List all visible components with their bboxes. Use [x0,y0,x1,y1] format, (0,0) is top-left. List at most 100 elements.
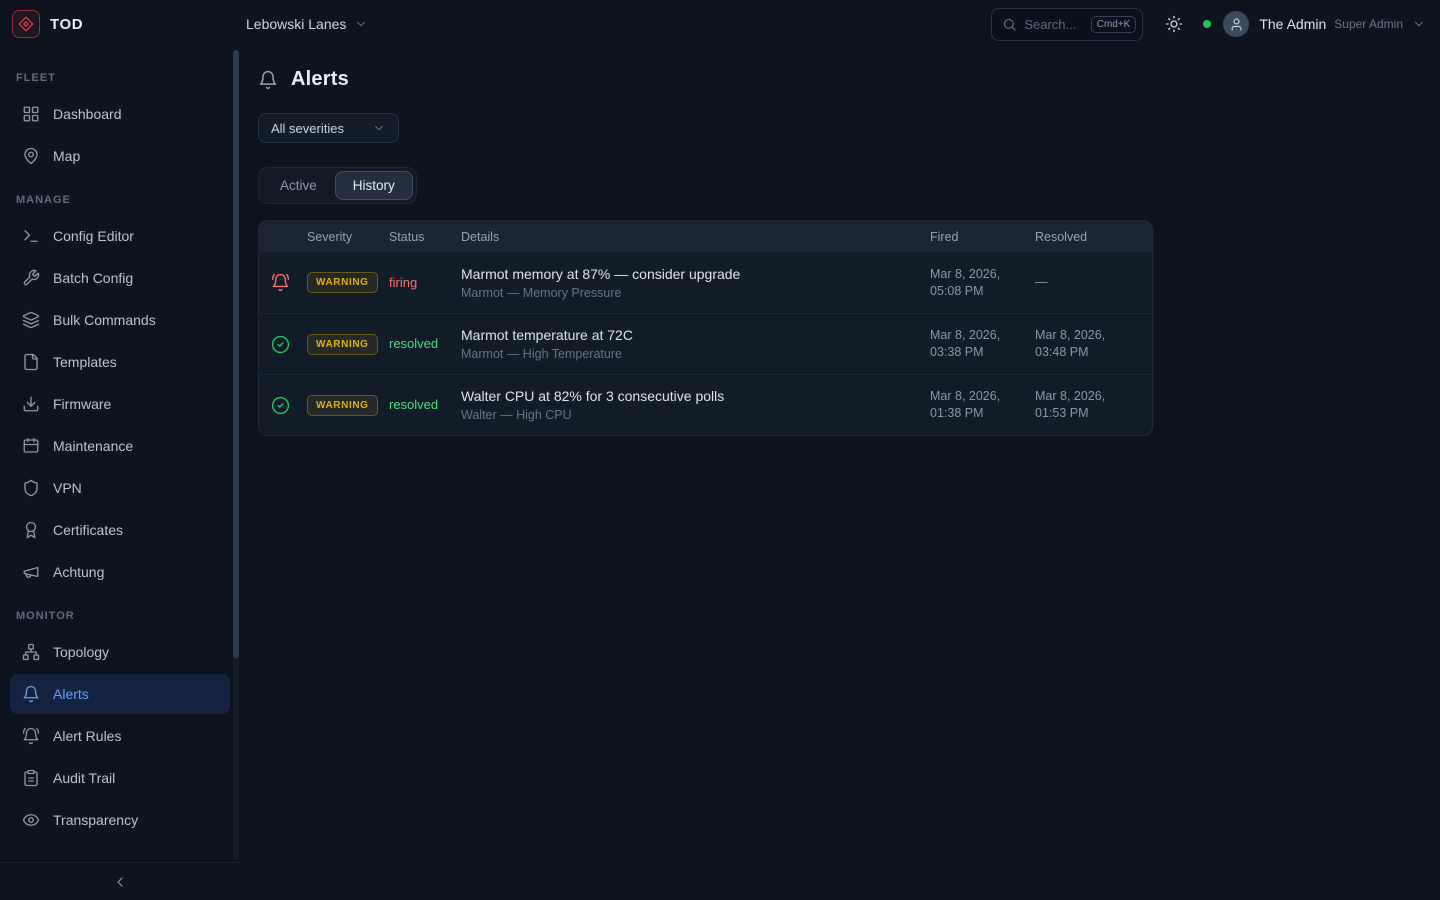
sidebar-item-label: Alert Rules [53,728,121,744]
sidebar-item-firmware[interactable]: Firmware [10,384,230,424]
sidebar-item-alerts[interactable]: Alerts [10,674,230,714]
sidebar-item-label: Config Editor [53,228,134,244]
alerts-table: SeverityStatusDetailsFiredResolved WARNI… [258,220,1153,436]
check-circle-icon [271,335,290,354]
column-header-resolved: Resolved [1035,230,1140,244]
map-pin-icon [22,147,40,165]
theme-toggle-button[interactable] [1161,11,1187,37]
sidebar-item-label: Certificates [53,522,123,538]
sidebar-scrollbar-thumb[interactable] [233,50,239,658]
alert-status: firing [389,275,417,290]
alert-row[interactable]: WARNING firing Marmot memory at 87% — co… [259,252,1152,313]
alert-fired-time: Mar 8, 2026, 03:38 PM [930,327,1035,361]
file-icon [22,353,40,371]
sidebar-item-certificates[interactable]: Certificates [10,510,230,550]
user-role: Super Admin [1334,17,1403,31]
bell-icon [22,685,40,703]
alert-resolved-time: Mar 8, 2026, 01:53 PM [1035,388,1140,422]
bell-icon [258,70,278,90]
topbar: TOD Lebowski Lanes Search... Cmd+K The A… [0,0,1440,48]
sidebar-section-label: MONITOR [0,594,240,630]
user-name: The Admin [1259,16,1326,32]
sidebar-item-map[interactable]: Map [10,136,230,176]
chevron-down-icon [354,17,368,31]
org-selector[interactable]: Lebowski Lanes [238,10,376,38]
severity-badge: WARNING [307,395,378,416]
tab-history[interactable]: History [336,172,412,199]
sidebar-item-dashboard[interactable]: Dashboard [10,94,230,134]
alert-resolved-time: — [1035,274,1140,291]
user-menu[interactable]: The Admin Super Admin [1223,11,1426,37]
severity-badge: WARNING [307,272,378,293]
sidebar-item-label: Transparency [53,812,138,828]
sidebar-item-config-editor[interactable]: Config Editor [10,216,230,256]
alert-resolved-time: Mar 8, 2026, 03:48 PM [1035,327,1140,361]
sidebar-item-topology[interactable]: Topology [10,632,230,672]
sidebar-item-label: Topology [53,644,109,660]
sidebar-footer [0,862,240,900]
page-title: Alerts [291,68,349,91]
search-icon [1002,17,1017,32]
alert-fired-time: Mar 8, 2026, 05:08 PM [930,266,1035,300]
sidebar-item-label: Maintenance [53,438,133,454]
layers-icon [22,311,40,329]
column-header-severity: Severity [307,230,389,244]
sidebar-item-audit-trail[interactable]: Audit Trail [10,758,230,798]
search-input[interactable]: Search... Cmd+K [991,8,1143,41]
column-header-status: Status [389,230,461,244]
sidebar-item-achtung[interactable]: Achtung [10,552,230,592]
alert-title: Marmot temperature at 72C [461,327,920,343]
alerts-table-body: WARNING firing Marmot memory at 87% — co… [259,252,1152,435]
brand-name: TOD [50,16,83,33]
sidebar-section-label: FLEET [0,56,240,92]
sidebar-section: MONITOR Topology Alerts Alert Rules Audi… [0,594,240,840]
sidebar-scrollbar[interactable] [233,50,239,860]
sidebar-section-label: MANAGE [0,178,240,214]
sidebar-item-label: Map [53,148,80,164]
award-icon [22,521,40,539]
avatar [1223,11,1249,37]
sidebar-item-vpn[interactable]: VPN [10,468,230,508]
severity-filter-select[interactable]: All severities [258,113,399,143]
sidebar-collapse-button[interactable] [106,868,134,896]
org-name: Lebowski Lanes [246,16,346,32]
search-placeholder: Search... [1024,17,1083,32]
alert-subtitle: Marmot — Memory Pressure [461,286,920,300]
alert-row[interactable]: WARNING resolved Walter CPU at 82% for 3… [259,374,1152,435]
sidebar: FLEET Dashboard Map MANAGE Config Editor… [0,48,240,900]
app-logo-icon [12,10,40,38]
sidebar-item-templates[interactable]: Templates [10,342,230,382]
alert-subtitle: Walter — High CPU [461,408,920,422]
megaphone-icon [22,563,40,581]
sidebar-item-maintenance[interactable]: Maintenance [10,426,230,466]
sidebar-item-bulk-commands[interactable]: Bulk Commands [10,300,230,340]
alert-row[interactable]: WARNING resolved Marmot temperature at 7… [259,313,1152,374]
sidebar-item-label: VPN [53,480,82,496]
chevron-down-icon [1412,17,1426,31]
sidebar-item-label: Bulk Commands [53,312,156,328]
sidebar-item-label: Batch Config [53,270,133,286]
sidebar-item-label: Audit Trail [53,770,115,786]
main-content: Alerts All severities Active History Sev… [240,48,1440,900]
sun-icon [1165,15,1183,33]
terminal-icon [22,227,40,245]
grid-icon [22,105,40,123]
alert-subtitle: Marmot — High Temperature [461,347,920,361]
download-icon [22,395,40,413]
alert-fired-time: Mar 8, 2026, 01:38 PM [930,388,1035,422]
alert-status: resolved [389,397,438,412]
shield-icon [22,479,40,497]
sidebar-item-transparency[interactable]: Transparency [10,800,230,840]
sidebar-item-batch-config[interactable]: Batch Config [10,258,230,298]
severity-filter-value: All severities [271,121,344,136]
sidebar-section: MANAGE Config Editor Batch Config Bulk C… [0,178,240,592]
eye-icon [22,811,40,829]
tab-active[interactable]: Active [263,172,334,199]
wrench-icon [22,269,40,287]
alerts-view-tabs: Active History [258,167,417,204]
chevron-down-icon [372,121,386,135]
sidebar-item-label: Firmware [53,396,111,412]
sidebar-item-alert-rules[interactable]: Alert Rules [10,716,230,756]
clipboard-icon [22,769,40,787]
severity-badge: WARNING [307,334,378,355]
